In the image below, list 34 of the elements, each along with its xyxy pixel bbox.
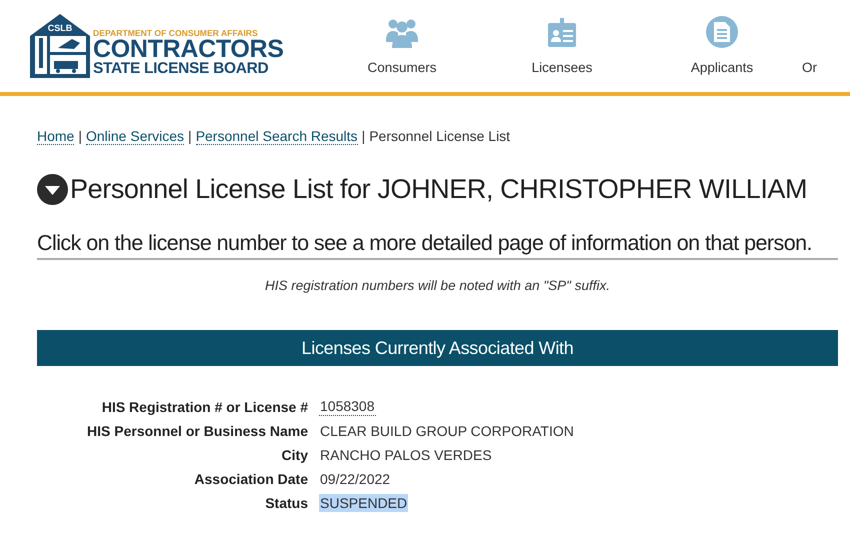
breadcrumb-separator: | (78, 128, 82, 144)
field-label: Association Date (193, 471, 308, 487)
field-value: CLEAR BUILD GROUP CORPORATION (319, 422, 575, 440)
breadcrumb-current: Personnel License List (369, 128, 510, 144)
nav-link[interactable]: Or (802, 60, 817, 75)
section-title: Licenses Currently Associated With (302, 338, 574, 358)
field-label: Status (264, 495, 308, 511)
breadcrumb-link[interactable]: Online Services (86, 128, 184, 144)
id-card-icon (547, 18, 577, 48)
field-value: 09/22/2022 (319, 470, 392, 488)
people-icon (385, 18, 419, 48)
license-link[interactable]: 1058308 (319, 397, 376, 416)
document-icon (706, 16, 738, 48)
field-value: SUSPENDED (319, 494, 408, 512)
nav-link[interactable]: Applicants (690, 60, 754, 75)
field-value: RANCHO PALOS VERDES (319, 446, 493, 464)
nav-link[interactable]: Consumers (367, 60, 437, 75)
board-name: CONTRACTORS (93, 38, 284, 61)
breadcrumb-link[interactable]: Home (37, 128, 74, 144)
breadcrumb-link[interactable]: Personnel Search Results (196, 128, 358, 144)
dropdown-circle-icon[interactable] (37, 174, 68, 204)
instruction-text: Click on the license number to see a more detailed page of information on that person. (37, 231, 838, 260)
board-subname: STATE LICENSE BOARD (93, 61, 270, 76)
breadcrumb-separator: | (188, 128, 192, 144)
field-label: HIS Personnel or Business Name (86, 423, 308, 439)
nav-link[interactable]: Licensees (532, 60, 592, 75)
logo-abbreviation: CSLB (46, 23, 74, 33)
field-label: HIS Registration # or License # (100, 398, 308, 414)
breadcrumb-separator: | (362, 128, 366, 144)
field-label: City (280, 447, 308, 463)
building-logo-icon (30, 14, 90, 78)
suffix-note: HIS registration numbers will be noted with an "SP" suffix. (264, 278, 611, 293)
department-name: DEPARTMENT OF CONSUMER AFFAIRS (93, 28, 259, 38)
page-heading: Personnel License List for JOHNER, CHRISTOPHER WILLIAM (70, 174, 808, 204)
